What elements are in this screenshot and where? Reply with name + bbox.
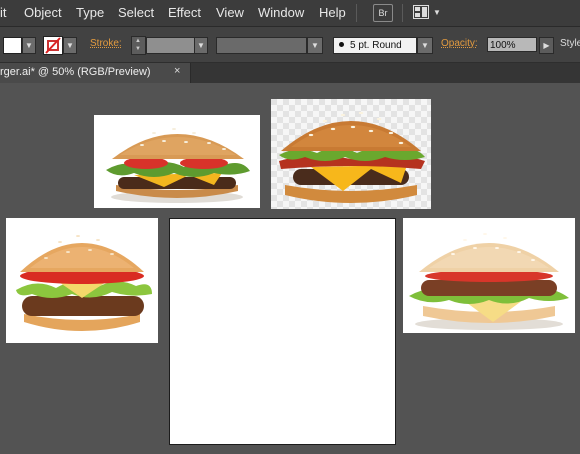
burger-photo-4[interactable]	[403, 218, 575, 333]
close-icon[interactable]: ×	[174, 65, 180, 77]
burger-photo-2[interactable]	[271, 99, 431, 209]
document-tab-title: rger.ai* @ 50% (RGB/Preview)	[0, 66, 151, 78]
stroke-weight-dropdown-button[interactable]: ▼	[194, 37, 208, 54]
menu-separator	[402, 4, 403, 22]
stroke-weight-input[interactable]	[146, 37, 195, 54]
menu-effect[interactable]: Effect	[168, 5, 201, 20]
opacity-input[interactable]: 100%	[487, 37, 537, 52]
brush-definition-select[interactable]: 5 pt. Round	[333, 37, 417, 54]
menu-select[interactable]: Select	[118, 5, 154, 20]
burger-photo-1[interactable]	[94, 115, 260, 208]
fill-dropdown-button[interactable]: ▼	[22, 37, 36, 54]
stroke-dropdown-button[interactable]: ▼	[63, 37, 77, 54]
menu-view[interactable]: View	[216, 5, 244, 20]
brush-dot-icon	[339, 42, 344, 48]
variable-width-profile-select[interactable]	[216, 37, 307, 54]
burger-photo-3[interactable]	[6, 218, 158, 343]
brush-dropdown-button[interactable]: ▼	[417, 37, 433, 54]
menu-window[interactable]: Window	[258, 5, 304, 20]
fill-swatch-icon[interactable]	[3, 37, 22, 54]
menu-separator	[356, 4, 357, 22]
brush-definition-label: 5 pt. Round	[350, 40, 402, 51]
menu-object[interactable]: Object	[24, 5, 62, 20]
canvas-area[interactable]	[0, 84, 580, 454]
menu-type[interactable]: Type	[76, 5, 104, 20]
workspace-switcher-icon[interactable]	[413, 5, 429, 19]
document-tab[interactable]: rger.ai* @ 50% (RGB/Preview) ×	[0, 63, 191, 83]
opacity-label[interactable]: Opacity:	[441, 38, 478, 49]
menu-help[interactable]: Help	[319, 5, 346, 20]
stroke-label[interactable]: Stroke:	[90, 38, 122, 49]
stroke-none-swatch-icon[interactable]	[43, 36, 63, 55]
stroke-weight-stepper[interactable]: ▲ ▼	[131, 36, 146, 55]
chevron-up-icon[interactable]: ▲	[135, 38, 141, 44]
bridge-button[interactable]: Br	[373, 4, 393, 22]
menu-edit-partial[interactable]: it	[0, 5, 7, 20]
chevron-down-icon[interactable]: ▼	[135, 46, 141, 52]
artboard[interactable]	[169, 218, 396, 445]
menu-bar: it Object Type Select Effect View Window…	[0, 0, 580, 27]
variable-width-dropdown-button[interactable]: ▼	[307, 37, 323, 54]
document-tab-strip: rger.ai* @ 50% (RGB/Preview) ×	[0, 63, 580, 83]
chevron-right-icon[interactable]: ▶	[539, 37, 554, 54]
control-bar: ▼ ▼ Stroke: ▲ ▼ ▼ ▼ 5 pt. Round ▼ Opacit…	[0, 27, 580, 63]
chevron-down-icon[interactable]: ▼	[433, 8, 441, 17]
style-label[interactable]: Style	[560, 38, 580, 49]
